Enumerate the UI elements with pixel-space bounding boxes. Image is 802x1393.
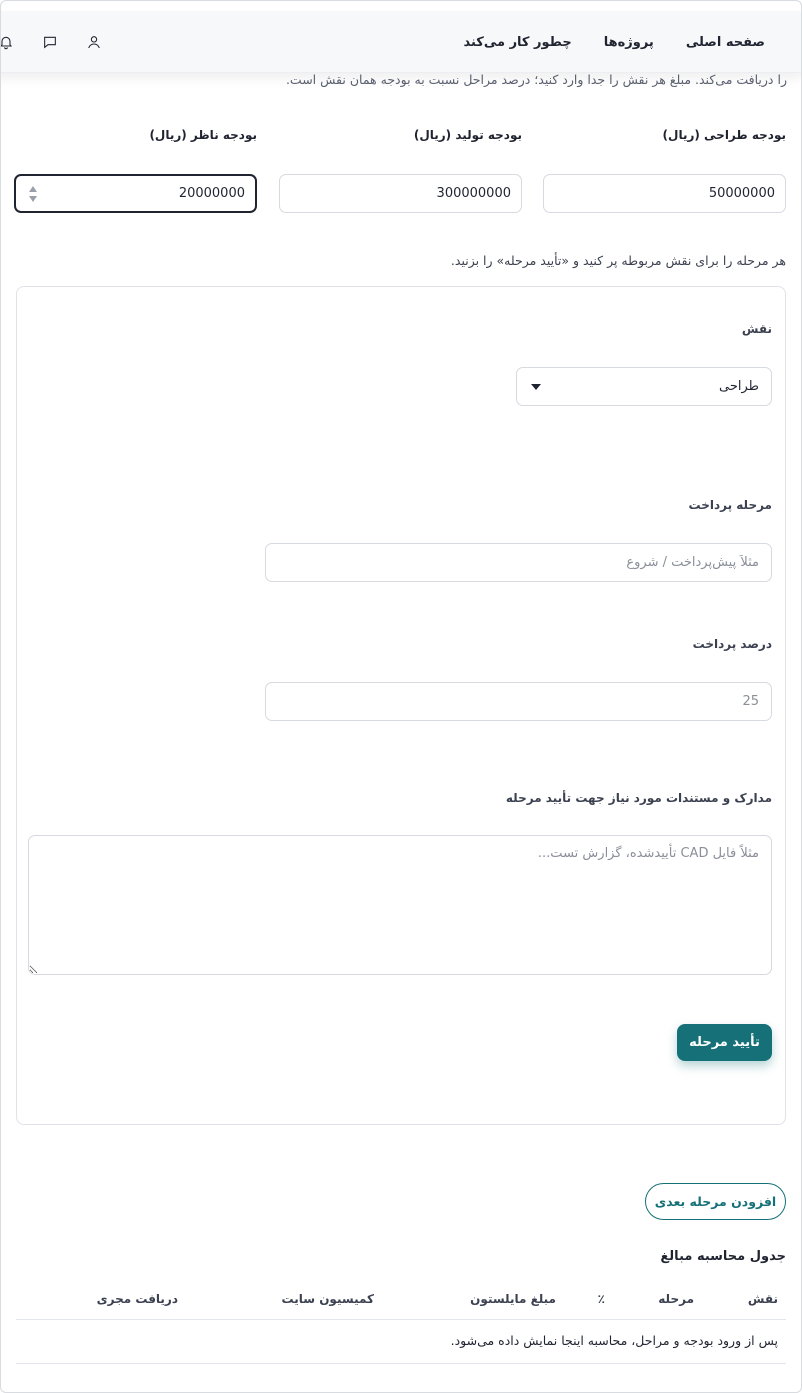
nav-how-it-works-link[interactable]: چطور کار می‌کند — [463, 35, 571, 50]
calc-table-title: جدول محاسبه مبالغ — [660, 1249, 786, 1264]
confirm-stage-button[interactable]: تأیید مرحله — [677, 1024, 772, 1061]
main-nav: صفحه اصلی پروژه‌ها چطور کار می‌کند — [463, 11, 765, 73]
chevron-down-icon — [531, 383, 541, 390]
add-next-stage-button[interactable]: افزودن مرحله بعدی — [645, 1183, 786, 1220]
table-header-cell: مبلغ مایلستون — [470, 1292, 556, 1306]
payment-percent-input[interactable] — [265, 682, 772, 721]
design-budget-group: بودجه طراحی (ریال) — [543, 128, 786, 213]
production-budget-input[interactable] — [279, 174, 522, 213]
calc-table: نقش مرحله ٪ مبلغ مایلستون کمیسیون سایت د… — [16, 1282, 786, 1364]
intro-text: را دریافت می‌کند. مبلغ هر نقش را جدا وار… — [285, 72, 787, 87]
header-icons — [1, 11, 103, 73]
stage-form-card: نقش طراحی مرحله پرداخت درصد پرداخت مدارک… — [16, 286, 786, 1125]
table-header-cell: مرحله — [658, 1292, 694, 1306]
required-docs-textarea[interactable] — [28, 835, 772, 975]
table-empty-text: پس از ورود بودجه و مراحل، محاسبه اینجا ن… — [450, 1333, 778, 1348]
number-spinner-icon[interactable] — [28, 183, 38, 205]
table-header-cell: نقش — [747, 1292, 778, 1306]
role-select[interactable]: طراحی — [516, 367, 772, 406]
supervisor-budget-input[interactable] — [14, 174, 257, 213]
production-budget-label: بودجه تولید (ریال) — [413, 128, 522, 142]
page-frame: صفحه اصلی پروژه‌ها چطور کار می‌کند را در… — [0, 0, 802, 1393]
stage-hint-text: هر مرحله را برای نقش مربوطه پر کنید و «ت… — [450, 253, 786, 268]
table-header-cell: دریافت مجری — [96, 1292, 178, 1306]
budget-fields: بودجه طراحی (ریال) بودجه تولید (ریال) بو… — [14, 128, 786, 214]
table-row: پس از ورود بودجه و مراحل، محاسبه اینجا ن… — [16, 1320, 786, 1364]
payment-stage-label: مرحله پرداخت — [688, 498, 773, 512]
nav-home-link[interactable]: صفحه اصلی — [686, 35, 765, 50]
table-header-row: نقش مرحله ٪ مبلغ مایلستون کمیسیون سایت د… — [16, 1282, 786, 1320]
supervisor-budget-group: بودجه ناظر (ریال) — [14, 128, 257, 213]
bell-icon[interactable] — [1, 33, 15, 51]
design-budget-input[interactable] — [543, 174, 786, 213]
nav-projects-link[interactable]: پروژه‌ها — [604, 35, 654, 50]
role-select-value: طراحی — [718, 379, 759, 394]
user-icon[interactable] — [85, 33, 103, 51]
table-header-cell: ٪ — [597, 1292, 605, 1306]
required-docs-label: مدارک و مستندات مورد نیاز جهت تأیید مرحل… — [505, 791, 772, 805]
payment-stage-input[interactable] — [265, 543, 772, 582]
table-header-cell: کمیسیون سایت — [281, 1292, 375, 1306]
message-icon[interactable] — [41, 33, 59, 51]
supervisor-budget-label: بودجه ناظر (ریال) — [149, 128, 257, 142]
top-navbar: صفحه اصلی پروژه‌ها چطور کار می‌کند — [1, 11, 801, 73]
role-label: نقش — [741, 322, 772, 336]
design-budget-label: بودجه طراحی (ریال) — [662, 128, 786, 142]
payment-percent-label: درصد پرداخت — [692, 637, 772, 651]
production-budget-group: بودجه تولید (ریال) — [279, 128, 522, 213]
